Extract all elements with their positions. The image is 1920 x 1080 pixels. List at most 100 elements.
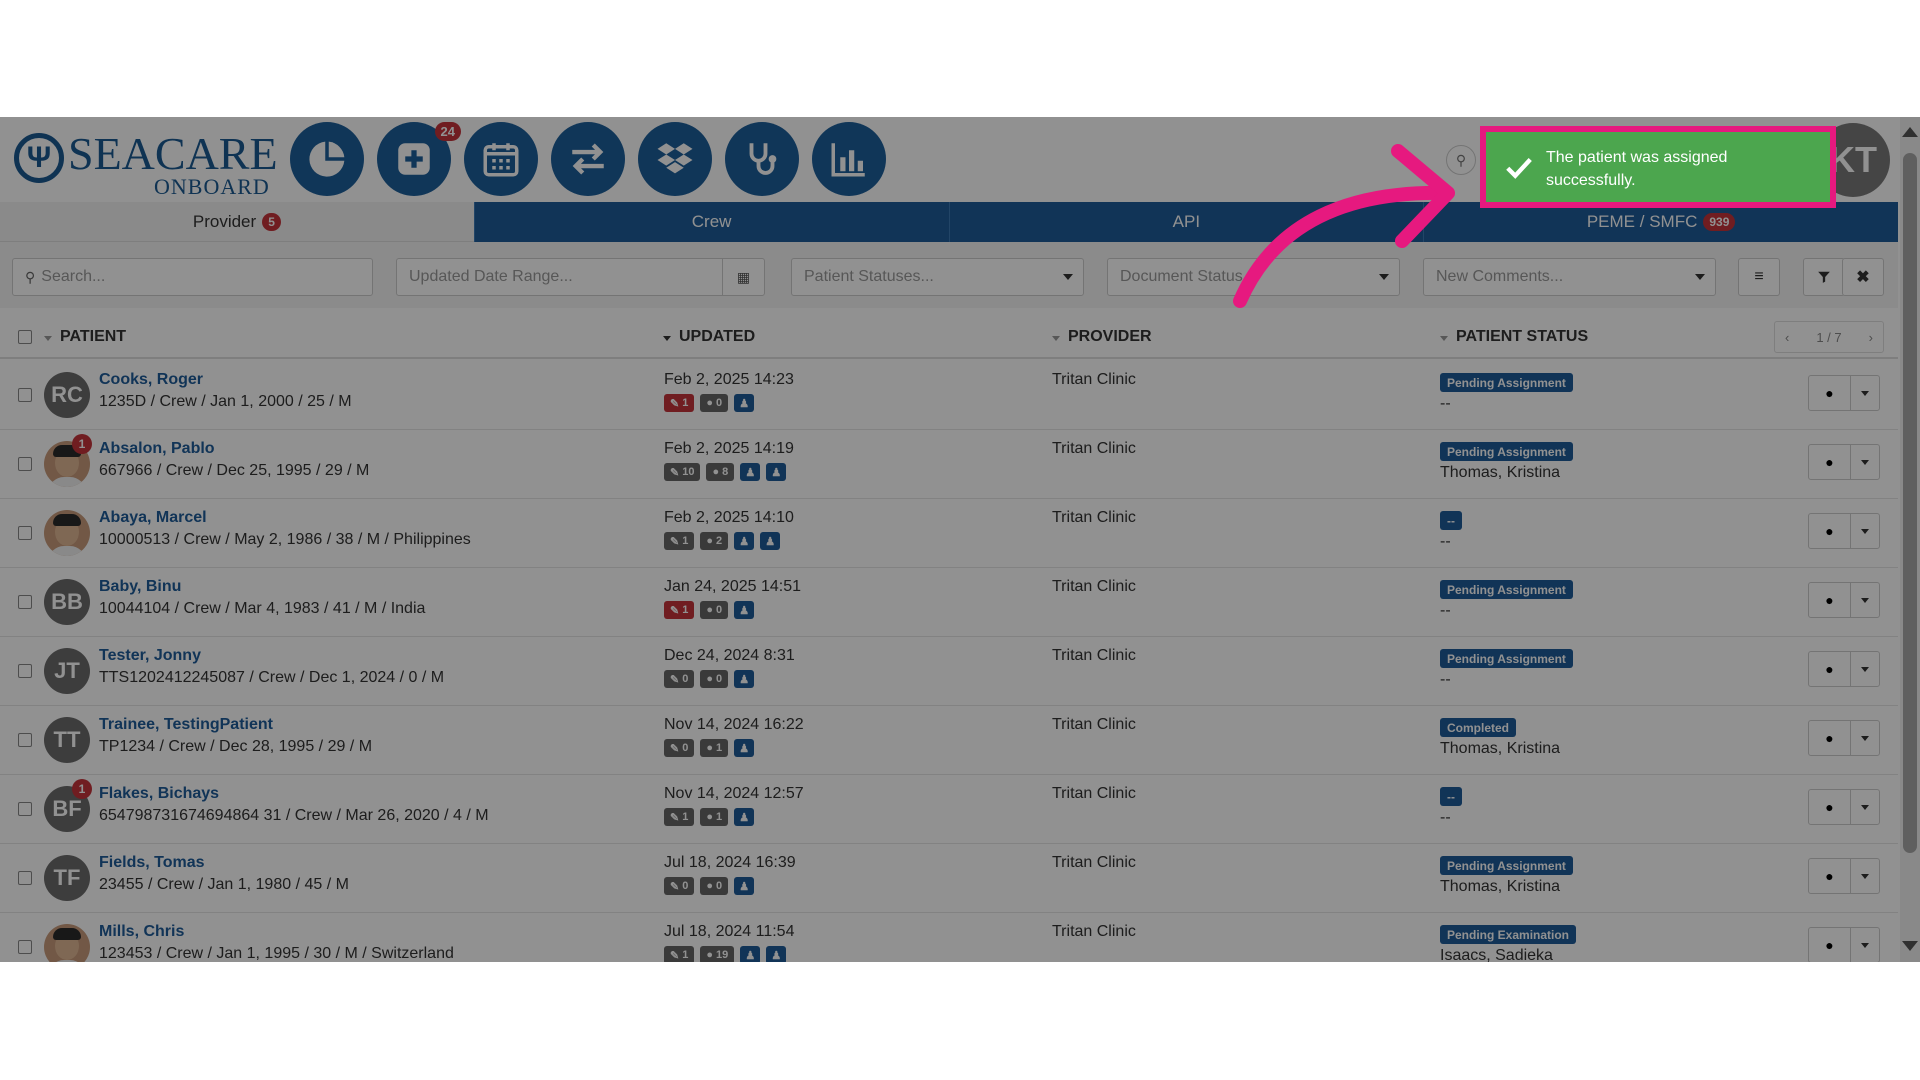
calendar-icon[interactable]: ▦ [722, 259, 764, 295]
table-row[interactable]: TF Fields, Tomas 23455 / Crew / Jan 1, 198… [0, 844, 1898, 913]
row-menu-button[interactable] [1851, 376, 1879, 410]
comment-button[interactable]: ● [1809, 790, 1851, 824]
date-range-input[interactable]: Updated Date Range... ▦ [396, 258, 765, 296]
avatar[interactable] [44, 924, 90, 962]
table-row[interactable]: BF 1 Flakes, Bichays 654798731674694864 31 … [0, 775, 1898, 844]
patient-name-link[interactable]: Flakes, Bichays [99, 785, 219, 803]
comment-button[interactable]: ● [1809, 583, 1851, 617]
user-chip[interactable]: ♟ [766, 463, 787, 481]
row-checkbox[interactable] [18, 802, 32, 816]
comments-chip[interactable]: ● 0 [700, 670, 729, 688]
row-menu-button[interactable] [1851, 721, 1879, 755]
comment-button[interactable]: ● [1809, 514, 1851, 548]
comment-button[interactable]: ● [1809, 859, 1851, 893]
row-checkbox[interactable] [18, 733, 32, 747]
table-row[interactable]: BB Baby, Binu 10044104 / Crew / Mar 4, 198… [0, 568, 1898, 637]
prev-page-button[interactable]: ‹ [1785, 330, 1789, 345]
user-chip[interactable]: ♟ [734, 670, 755, 688]
row-checkbox[interactable] [18, 940, 32, 954]
reports-button[interactable] [812, 122, 886, 196]
patient-name-link[interactable]: Fields, Tomas [99, 854, 205, 872]
avatar[interactable]: BB [44, 579, 90, 625]
table-row[interactable]: TT Trainee, TestingPatient TP1234 / Crew /… [0, 706, 1898, 775]
row-menu-button[interactable] [1851, 514, 1879, 548]
apply-filter-button[interactable] [1803, 258, 1845, 296]
avatar[interactable]: JT [44, 648, 90, 694]
documents-chip[interactable]: ✎ 1 [664, 532, 695, 550]
column-patient-status[interactable]: PATIENT STATUS [1440, 328, 1588, 346]
documents-chip[interactable]: ✎ 0 [664, 877, 695, 895]
patient-name-link[interactable]: Mills, Chris [99, 923, 184, 941]
comments-chip[interactable]: ● 1 [700, 808, 729, 826]
transfer-button[interactable] [551, 122, 625, 196]
row-menu-button[interactable] [1851, 790, 1879, 824]
row-menu-button[interactable] [1851, 859, 1879, 893]
comments-chip[interactable]: ● 8 [706, 463, 735, 481]
user-chip[interactable]: ♟ [740, 463, 761, 481]
search-input[interactable]: ⚲ Search... [12, 258, 373, 296]
user-chip[interactable]: ♟ [760, 532, 781, 550]
row-menu-button[interactable] [1851, 583, 1879, 617]
user-chip[interactable]: ♟ [734, 601, 755, 619]
comments-chip[interactable]: ● 2 [700, 532, 729, 550]
comments-chip[interactable]: ● 0 [700, 394, 729, 412]
table-row[interactable]: JT Tester, Jonny TTS1202412245087 / Crew /… [0, 637, 1898, 706]
documents-chip[interactable]: ✎ 1 [664, 808, 695, 826]
documents-chip[interactable]: ✎ 1 [664, 601, 695, 619]
comments-chip[interactable]: ● 19 [700, 946, 735, 962]
dropbox-button[interactable] [638, 122, 712, 196]
column-settings-button[interactable]: ≡ [1738, 258, 1780, 296]
column-updated[interactable]: UPDATED [663, 328, 755, 346]
comment-button[interactable]: ● [1809, 652, 1851, 686]
scrollbar-thumb[interactable] [1903, 153, 1917, 853]
dashboard-button[interactable] [290, 122, 364, 196]
table-row[interactable]: Mills, Chris 123453 / Crew / Jan 1, 1995 … [0, 913, 1898, 962]
documents-chip[interactable]: ✎ 0 [664, 670, 695, 688]
avatar[interactable]: TT [44, 717, 90, 763]
tab-crew[interactable]: Crew [473, 202, 949, 242]
scroll-up-arrow[interactable] [1902, 127, 1918, 137]
row-menu-button[interactable] [1851, 445, 1879, 479]
seacare-logo[interactable]: Ψ SEACARE ONBOARD [14, 125, 278, 199]
avatar[interactable] [44, 510, 90, 556]
select-all-checkbox[interactable] [18, 330, 32, 344]
row-checkbox[interactable] [18, 871, 32, 885]
user-chip[interactable]: ♟ [734, 877, 755, 895]
row-checkbox[interactable] [18, 457, 32, 471]
patient-name-link[interactable]: Abaya, Marcel [99, 509, 207, 527]
documents-chip[interactable]: ✎ 1 [664, 946, 695, 962]
tab-provider[interactable]: Provider 5 [0, 202, 474, 242]
column-patient[interactable]: PATIENT [44, 328, 126, 346]
documents-chip[interactable]: ✎ 10 [664, 463, 701, 481]
patient-name-link[interactable]: Absalon, Pablo [99, 440, 215, 458]
user-chip[interactable]: ♟ [734, 739, 755, 757]
documents-chip[interactable]: ✎ 0 [664, 739, 695, 757]
row-checkbox[interactable] [18, 595, 32, 609]
user-chip[interactable]: ♟ [734, 532, 755, 550]
patient-name-link[interactable]: Trainee, TestingPatient [99, 716, 273, 734]
comment-button[interactable]: ● [1809, 721, 1851, 755]
tab-peme-smfc[interactable]: PEME / SMFC 939 [1423, 202, 1898, 242]
column-provider[interactable]: PROVIDER [1052, 328, 1152, 346]
row-checkbox[interactable] [18, 664, 32, 678]
comments-chip[interactable]: ● 0 [700, 601, 729, 619]
documents-chip[interactable]: ✎ 1 [664, 394, 695, 412]
comment-button[interactable]: ● [1809, 445, 1851, 479]
comment-button[interactable]: ● [1809, 928, 1851, 962]
comment-button[interactable]: ● [1809, 376, 1851, 410]
row-menu-button[interactable] [1851, 928, 1879, 962]
clear-filter-button[interactable]: ✖ [1842, 258, 1884, 296]
row-checkbox[interactable] [18, 526, 32, 540]
avatar[interactable]: RC [44, 372, 90, 418]
user-chip[interactable]: ♟ [766, 946, 787, 962]
row-checkbox[interactable] [18, 388, 32, 402]
user-chip[interactable]: ♟ [740, 946, 761, 962]
patient-name-link[interactable]: Cooks, Roger [99, 371, 203, 389]
table-row[interactable]: 1 Absalon, Pablo 667966 / Crew / Dec 25, 1… [0, 430, 1898, 499]
next-page-button[interactable]: › [1869, 330, 1873, 345]
scroll-down-arrow[interactable] [1902, 941, 1918, 951]
comments-chip[interactable]: ● 0 [700, 877, 729, 895]
table-row[interactable]: Abaya, Marcel 10000513 / Crew / May 2, 19… [0, 499, 1898, 568]
user-chip[interactable]: ♟ [734, 808, 755, 826]
medical-button[interactable] [725, 122, 799, 196]
